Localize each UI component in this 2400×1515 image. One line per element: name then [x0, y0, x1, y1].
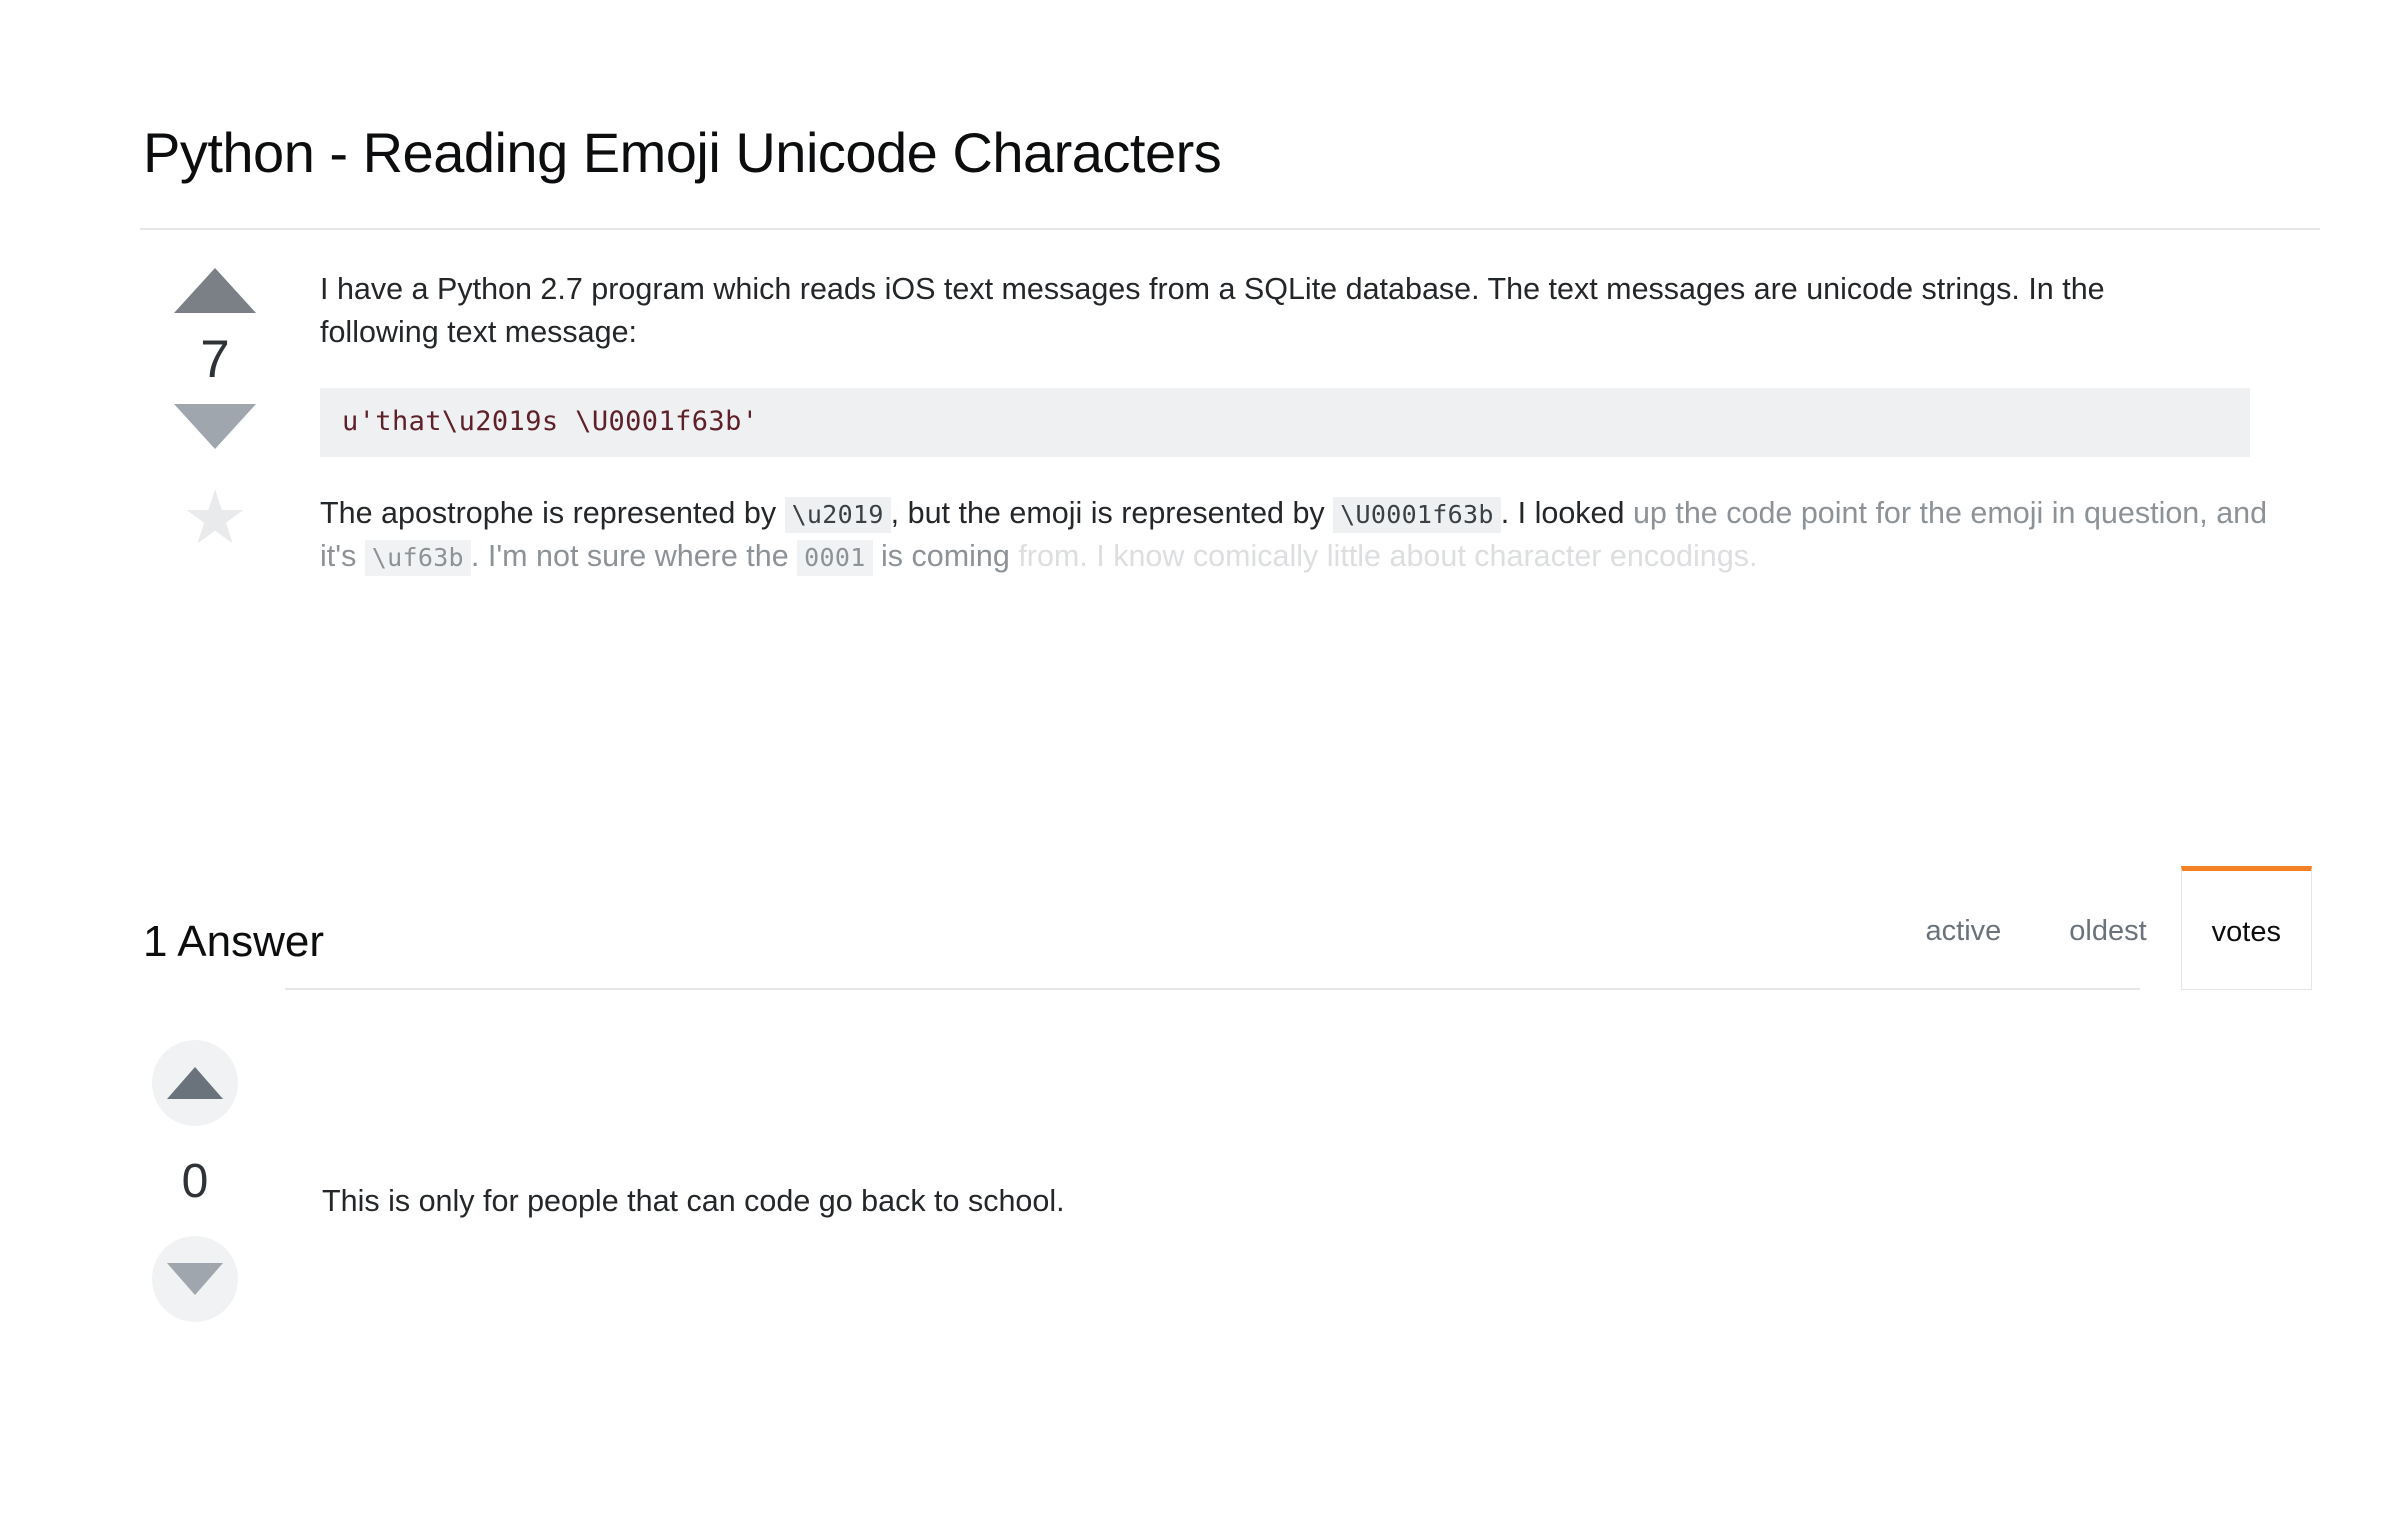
- tab-oldest[interactable]: oldest: [2035, 866, 2180, 990]
- question-body: I have a Python 2.7 program which reads …: [320, 268, 2295, 578]
- question-text-fragment-2: , but the emoji is represented by: [890, 495, 1334, 530]
- star-icon: ★: [181, 476, 249, 559]
- answer-upvote-button[interactable]: [152, 1040, 238, 1126]
- question-text-fragment-5: . I'm not sure where the: [470, 538, 798, 573]
- inline-code-u2019: \u2019: [784, 496, 891, 533]
- inline-code-uf63b: \uf63b: [364, 539, 471, 576]
- page-title: Python - Reading Emoji Unicode Character…: [143, 120, 1222, 184]
- question-faded-line-3: from. I know comically little about char…: [1018, 538, 1758, 573]
- answer-text: This is only for people that can code go…: [322, 1184, 1065, 1218]
- answer-downvote-button[interactable]: [152, 1236, 238, 1322]
- question-paragraph-2: The apostrophe is represented by \u2019,…: [320, 492, 2280, 579]
- inline-code-U0001f63b: \U0001f63b: [1333, 496, 1501, 533]
- question-text-fragment-3: . I looked: [1500, 495, 1625, 530]
- favorite-button[interactable]: ★: [160, 476, 270, 559]
- question-paragraph-1: I have a Python 2.7 program which reads …: [320, 272, 2105, 350]
- answer-vote-controls: 0: [140, 1040, 250, 1322]
- title-divider: [140, 228, 2320, 230]
- tab-active[interactable]: active: [1892, 866, 2036, 990]
- answers-divider: [285, 988, 2140, 990]
- question-vote-controls: 7 ★: [160, 268, 270, 559]
- question-code-block: u'that\u2019s \U0001f63b': [320, 387, 2250, 457]
- question-vote-count: 7: [200, 330, 230, 389]
- triangle-down-icon[interactable]: [174, 404, 256, 449]
- triangle-down-icon: [167, 1263, 223, 1295]
- answer-vote-count: 0: [181, 1155, 209, 1208]
- code-snippet: u'that\u2019s \U0001f63b': [342, 405, 759, 437]
- triangle-up-icon[interactable]: [174, 268, 256, 313]
- answer-sort-tabs: active oldest votes: [1892, 866, 2312, 990]
- question-text-fragment-1: The apostrophe is represented by: [320, 495, 785, 530]
- answers-heading: 1 Answer: [143, 916, 324, 966]
- question-text-fragment-6: is coming: [872, 538, 1010, 573]
- triangle-up-icon: [167, 1067, 223, 1099]
- inline-code-0001: 0001: [797, 539, 873, 576]
- question-page: Python - Reading Emoji Unicode Character…: [0, 0, 2400, 1515]
- tab-votes[interactable]: votes: [2180, 866, 2312, 990]
